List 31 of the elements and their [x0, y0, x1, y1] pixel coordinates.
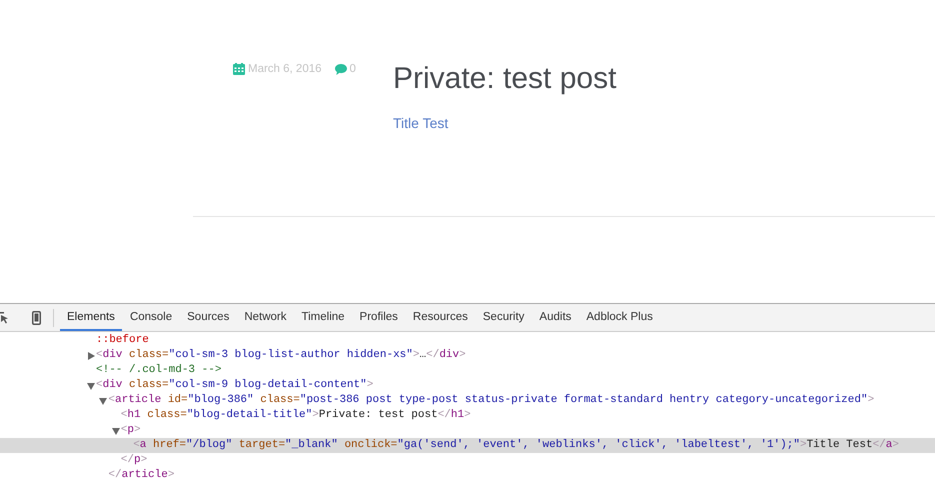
disclosure-triangle-icon[interactable]	[87, 382, 95, 390]
disclosure-triangle-icon[interactable]	[112, 426, 120, 434]
speech-bubble-icon	[334, 64, 347, 74]
devtools-tab[interactable]: Resources	[406, 304, 475, 331]
devtools-tab[interactable]: Security	[476, 304, 532, 331]
disclosure-triangle-icon[interactable]	[99, 396, 108, 404]
post-title: Private: test post	[393, 62, 616, 96]
comment-count: 0	[350, 63, 356, 75]
code-line[interactable]: ::before	[96, 333, 149, 348]
devtools-tab[interactable]: Sources	[180, 304, 236, 331]
code-line[interactable]: <article id="blog-386" class="post-386 post type-post status-private format-standard hentry category-uncategorized">	[108, 393, 874, 408]
code-line[interactable]: </article>	[108, 468, 174, 483]
devtools-tab[interactable]: Timeline	[294, 304, 352, 331]
title-link[interactable]: Title Test	[393, 115, 616, 131]
devtools-tab[interactable]: Adblock Plus	[579, 304, 660, 331]
code-line[interactable]: <!-- /.col-md-3 -->	[96, 363, 222, 378]
devtools-tab[interactable]: Elements	[60, 304, 122, 331]
code-line[interactable]: <div class="col-sm-3 blog-list-author hidden-xs">…</div>	[96, 348, 466, 363]
inspect-cursor-icon[interactable]	[0, 310, 8, 324]
device-icon[interactable]	[32, 310, 41, 324]
devtools-tab[interactable]: Console	[122, 304, 180, 331]
devtools-tab[interactable]: Audits	[532, 304, 578, 331]
devtools-tab[interactable]: Network	[237, 304, 294, 331]
code-line[interactable]: </p>	[120, 453, 148, 468]
code-line[interactable]: <p>	[120, 423, 141, 438]
code-line[interactable]: <h1 class="blog-detail-title">Private: test post</h1>	[120, 408, 471, 423]
post-date: March 6, 2016	[248, 63, 322, 75]
code-line[interactable]: <div class="col-sm-9 blog-detail-content">	[96, 378, 374, 393]
disclosure-triangle-icon[interactable]	[87, 352, 95, 360]
devtools-tab[interactable]: Profiles	[352, 304, 405, 331]
calendar-icon	[233, 63, 245, 75]
